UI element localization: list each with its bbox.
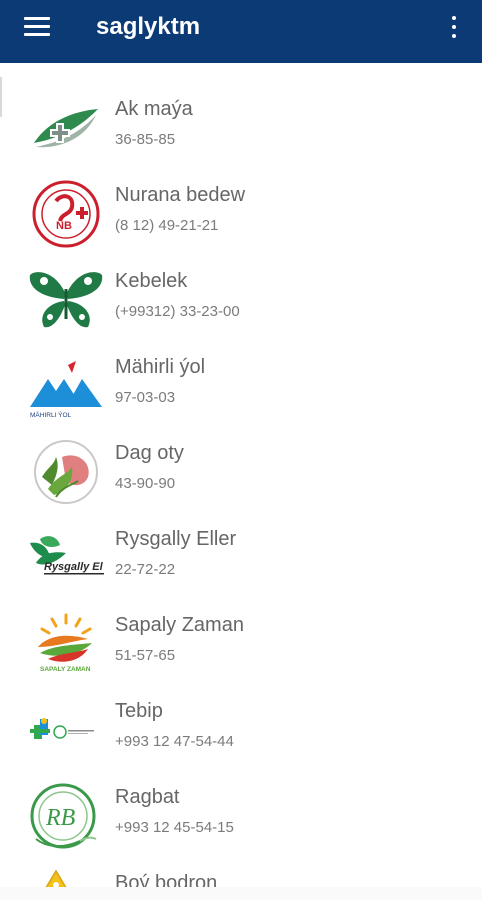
app-bar: saglyktm [0,0,482,63]
sapaly-zaman-logo: SAPALY ZAMAN [26,609,106,679]
ragbat-logo-text: RB [45,805,76,831]
item-phone: 97-03-03 [115,389,176,406]
nurana-bedew-logo: NB [26,179,106,249]
list-item[interactable]: SAPALY ZAMAN Sapaly Zaman 51-57-65 [0,599,482,685]
item-phone: +993 12 45-54-15 [115,819,234,836]
item-phone: 43-90-90 [115,475,176,492]
item-phone: (8 12) 49-21-21 [115,217,219,234]
item-phone: 51-57-65 [115,647,176,664]
item-phone: 36-85-85 [115,131,176,148]
item-name: Tebip [115,700,163,722]
item-phone: (+99312) 33-23-00 [115,303,240,320]
kebelek-butterfly-logo [26,265,106,335]
item-phone: +993 12 47-54-44 [115,733,234,750]
item-phone: 22-72-22 [115,561,176,578]
rysgally-eller-logo: Rysgally El [26,523,106,593]
list-item[interactable]: Tebip +993 12 47-54-44 [0,685,482,771]
item-name: Ak maýa [115,98,193,120]
more-options-icon[interactable] [446,14,462,42]
item-name: Mähirli ýol [115,356,206,378]
list-item[interactable]: MÄHIRLI ÝOL Mähirli ýol 97-03-03 [0,341,482,427]
list-item[interactable]: Rysgally El Rysgally Eller 22-72-22 [0,513,482,599]
list-item[interactable]: RB Ragbat +993 12 45-54-15 [0,771,482,857]
item-name: Dag oty [115,442,184,464]
rysgally-logo-text: Rysgally El [44,561,104,573]
item-name: Sapaly Zaman [115,614,244,636]
list-item[interactable]: NB Nurana bedew (8 12) 49-21-21 [0,169,482,255]
hamburger-menu-icon[interactable] [24,14,52,40]
sapaly-logo-text: SAPALY ZAMAN [40,666,91,673]
item-name: Kebelek [115,270,188,292]
pharmacy-list[interactable]: Ak maýa 36-85-85 NB Nurana bedew (8 12) … [0,63,482,900]
ak-maya-logo [26,93,106,163]
list-item[interactable]: Dag oty 43-90-90 [0,427,482,513]
ragbat-logo: RB [26,781,106,851]
list-item[interactable]: Kebelek (+99312) 33-23-00 [0,255,482,341]
mahirli-logo-text: MÄHIRLI ÝOL [30,410,72,419]
app-title: saglyktm [96,13,201,40]
tebip-logo [26,695,106,765]
item-name: Nurana bedew [115,184,246,206]
list-item[interactable]: Ak maýa 36-85-85 [0,83,482,169]
bottom-edge [0,887,482,900]
item-name: Ragbat [115,786,180,808]
mahirli-yol-logo: MÄHIRLI ÝOL [26,351,106,421]
nurana-logo-text: NB [56,220,72,232]
item-name: Rysgally Eller [115,528,237,550]
dag-oty-logo [26,437,106,507]
